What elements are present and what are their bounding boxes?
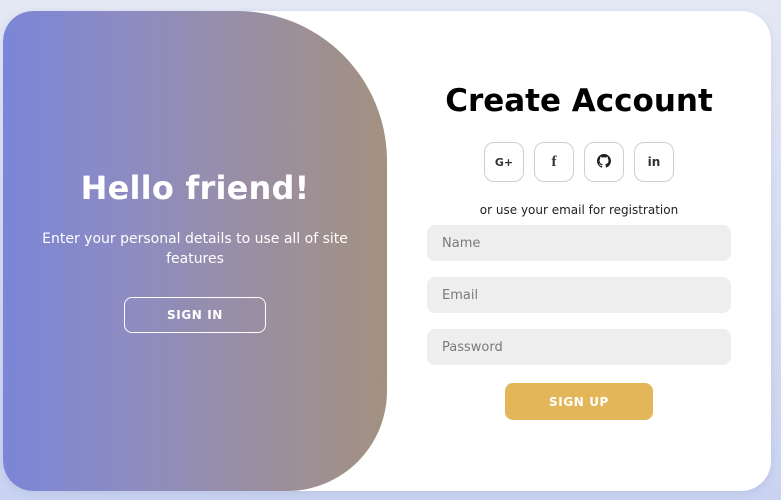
create-account-title: Create Account (445, 83, 713, 119)
linkedin-icon: in (647, 155, 661, 169)
auth-card: Hello friend! Enter your personal detail… (3, 11, 771, 491)
linkedin-button[interactable]: in (634, 142, 674, 182)
welcome-title: Hello friend! (80, 169, 310, 207)
email-registration-hint: or use your email for registration (479, 203, 679, 217)
sign-in-button[interactable]: SIGN IN (124, 297, 266, 333)
name-input[interactable] (427, 225, 731, 261)
google-icon: G+ (494, 155, 514, 169)
github-button[interactable] (584, 142, 624, 182)
password-input[interactable] (427, 329, 731, 365)
google-button[interactable]: G+ (484, 142, 524, 182)
facebook-button[interactable]: f (534, 142, 574, 182)
facebook-icon: f (551, 153, 557, 170)
welcome-panel: Hello friend! Enter your personal detail… (3, 11, 387, 491)
email-input[interactable] (427, 277, 731, 313)
sign-up-button[interactable]: SIGN UP (505, 383, 653, 420)
welcome-subtitle: Enter your personal details to use all o… (42, 231, 348, 267)
github-icon (597, 153, 611, 171)
